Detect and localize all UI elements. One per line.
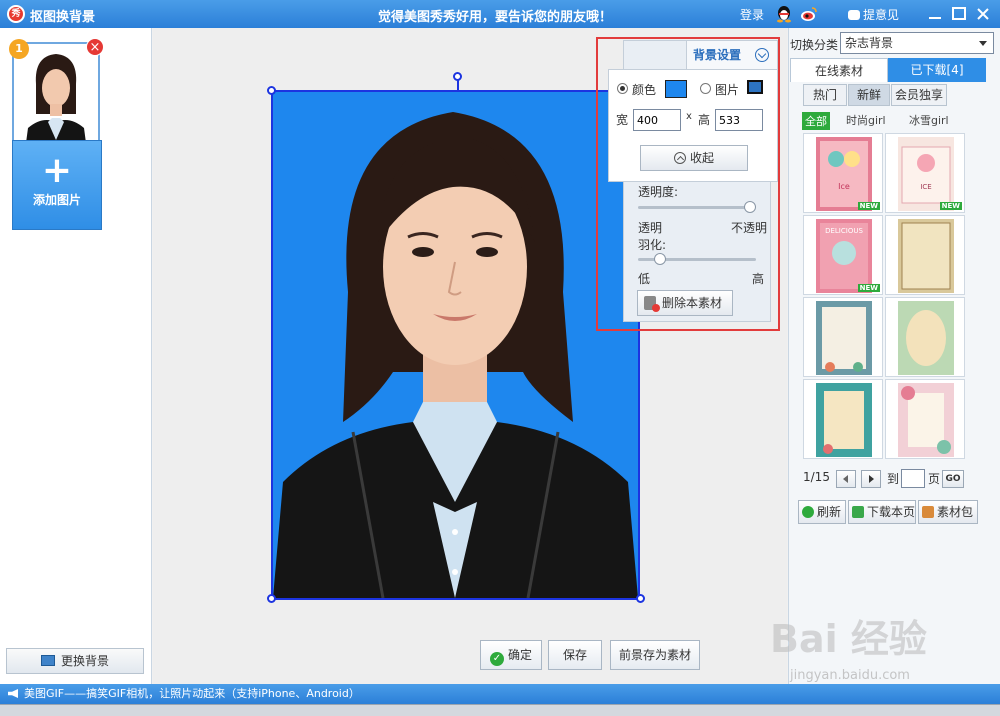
maximize-icon[interactable] xyxy=(950,5,968,23)
minimize-icon[interactable] xyxy=(926,5,944,23)
material-thumbnail: Ice xyxy=(816,137,872,211)
feedback-label: 提意见 xyxy=(863,8,900,22)
status-message[interactable]: 美图GIF——搞笑GIF相机，让照片动起来（支持iPhone、Android） xyxy=(24,687,360,700)
goto-label: 到 xyxy=(887,472,900,486)
material-tile[interactable]: Ice NEW xyxy=(803,133,883,213)
filter-ice-girl[interactable]: 冰雪girl xyxy=(909,112,949,128)
title-bar: 秀 抠图换背景 觉得美图秀秀好用，要告诉您的朋友哦！ 登录 提意见 xyxy=(0,0,1000,28)
svg-text:Ice: Ice xyxy=(838,182,850,191)
material-tile[interactable]: DELICIOUS NEW xyxy=(803,215,883,295)
material-pack-label: 素材包 xyxy=(937,505,974,519)
material-tile[interactable] xyxy=(885,215,965,295)
add-image-label: 添加图片 xyxy=(32,193,81,207)
subtab-new[interactable]: 新鲜 xyxy=(848,84,890,106)
app-slogan: 觉得美图秀秀好用，要告诉您的朋友哦！ xyxy=(378,10,613,25)
material-tile[interactable] xyxy=(885,297,965,377)
material-thumbnail xyxy=(816,301,872,375)
remove-image-button[interactable]: × xyxy=(86,38,104,56)
baidu-watermark-url: jingyan.baidu.com xyxy=(790,668,910,683)
refresh-label: 刷新 xyxy=(817,505,842,519)
tab-downloaded[interactable]: 已下载[4] xyxy=(888,58,986,82)
thumbnail-index-badge: 1 xyxy=(9,39,29,59)
material-thumbnail xyxy=(898,301,954,375)
new-badge: NEW xyxy=(939,202,962,210)
material-thumbnail xyxy=(898,383,954,457)
image-list-panel: 1 × + 添加图片 更换背景 xyxy=(0,28,152,684)
confirm-button[interactable]: ✓ 确定 xyxy=(480,640,542,670)
material-tile[interactable] xyxy=(885,379,965,459)
filter-all[interactable]: 全部 xyxy=(802,112,830,130)
category-select[interactable]: 杂志背景 xyxy=(840,32,994,54)
save-button[interactable]: 保存 xyxy=(548,640,602,670)
download-icon xyxy=(852,506,864,518)
material-tile[interactable] xyxy=(803,379,883,459)
app-title: 抠图换背景 xyxy=(30,10,96,25)
login-link[interactable]: 登录 xyxy=(740,6,764,23)
new-badge: NEW xyxy=(857,284,880,292)
page-unit-label: 页 xyxy=(928,472,941,486)
subtab-vip[interactable]: 会员独享 xyxy=(891,84,947,106)
package-icon xyxy=(922,506,934,518)
tab-online-materials[interactable]: 在线素材 xyxy=(790,58,888,82)
feedback-button[interactable]: 提意见 xyxy=(848,6,899,23)
material-thumbnail: ICE xyxy=(898,137,954,211)
app-logo-icon: 秀 xyxy=(7,5,25,23)
resize-handle-top-left[interactable] xyxy=(267,86,276,95)
page-number-input[interactable] xyxy=(901,469,925,488)
page-indicator: 1/15 xyxy=(803,470,830,484)
go-button[interactable]: GO xyxy=(942,470,964,488)
svg-text:DELICIOUS: DELICIOUS xyxy=(825,227,863,235)
check-icon: ✓ xyxy=(489,652,504,666)
resize-handle-bottom-left[interactable] xyxy=(267,594,276,603)
rotate-handle[interactable] xyxy=(453,72,462,81)
save-foreground-button[interactable]: 前景存为素材 xyxy=(610,640,700,670)
new-badge: NEW xyxy=(857,202,880,210)
change-background-label: 更换背景 xyxy=(60,654,109,668)
confirm-label: 确定 xyxy=(507,648,532,662)
material-thumbnail: DELICIOUS xyxy=(816,219,872,293)
weibo-icon[interactable] xyxy=(800,5,818,23)
refresh-icon xyxy=(802,506,814,518)
status-bar[interactable]: 美图GIF——搞笑GIF相机，让照片动起来（支持iPhone、Android） xyxy=(0,684,1000,704)
prev-page-icon[interactable] xyxy=(836,470,856,488)
material-tile[interactable] xyxy=(803,297,883,377)
filter-fashion-girl[interactable]: 时尚girl xyxy=(846,112,886,128)
image-icon xyxy=(40,655,55,666)
download-page-label: 下载本页 xyxy=(867,505,916,519)
next-page-icon[interactable] xyxy=(861,470,881,488)
plus-icon: + xyxy=(41,150,73,191)
highlight-annotation-box xyxy=(596,37,780,331)
category-label: 切换分类 xyxy=(790,38,839,52)
cutout-photo[interactable] xyxy=(271,90,640,600)
speaker-icon xyxy=(8,689,18,698)
resize-handle-bottom-right[interactable] xyxy=(636,594,645,603)
baidu-watermark-logo: Bai 经验 xyxy=(770,617,927,661)
svg-text:ICE: ICE xyxy=(920,183,931,191)
portrait-image xyxy=(273,92,638,598)
os-taskbar-strip xyxy=(0,704,1000,716)
feedback-icon xyxy=(848,10,860,20)
download-page-button[interactable]: 下载本页 xyxy=(848,500,916,524)
material-thumbnail xyxy=(816,383,872,457)
material-thumbnail xyxy=(898,219,954,293)
subtab-hot[interactable]: 热门 xyxy=(803,84,847,106)
close-icon[interactable] xyxy=(974,5,992,23)
material-pack-button[interactable]: 素材包 xyxy=(918,500,978,524)
refresh-button[interactable]: 刷新 xyxy=(798,500,846,524)
change-background-button[interactable]: 更换背景 xyxy=(6,648,144,674)
qq-icon[interactable] xyxy=(776,5,792,23)
add-image-button[interactable]: + 添加图片 xyxy=(12,140,102,230)
material-tile[interactable]: ICE NEW xyxy=(885,133,965,213)
